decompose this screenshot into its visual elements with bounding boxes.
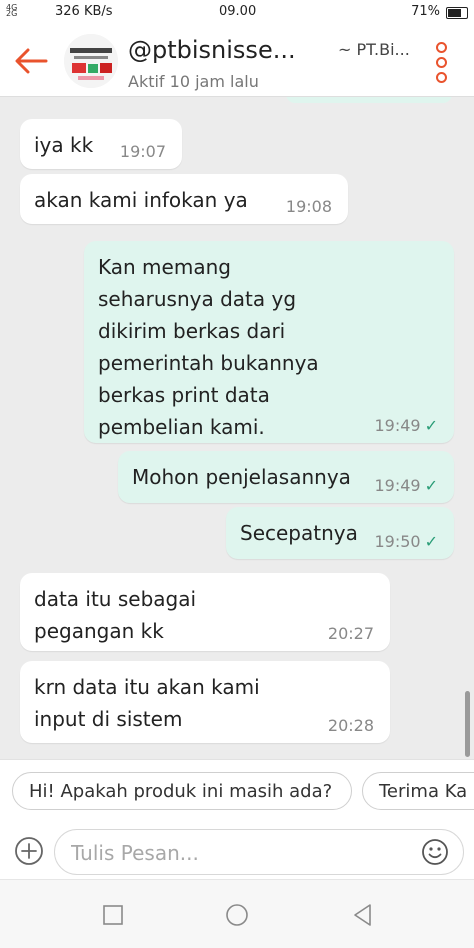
chat-title[interactable]: @ptbisnisse... — [128, 36, 296, 64]
signal-indicator: 4G 2G — [6, 4, 18, 18]
message-input-field[interactable] — [54, 829, 464, 875]
avatar[interactable] — [64, 34, 118, 88]
message-text: iya kk — [34, 133, 94, 157]
message-time-text: 19:49 — [374, 476, 421, 495]
nav-back-icon[interactable] — [350, 902, 376, 928]
more-vert-icon[interactable] — [434, 42, 448, 83]
message-time: 20:28 — [328, 717, 374, 735]
message-text: krn data itu akan kami input di sistem — [34, 675, 260, 731]
message-time-text: 20:27 — [327, 624, 374, 643]
status-icons: 71% — [411, 4, 468, 19]
status-bar: 4G 2G 326 KB/s 09.00 71% — [0, 0, 474, 24]
last-active-status: Aktif 10 jam lalu — [128, 72, 259, 91]
check-icon: ✓ — [424, 416, 438, 435]
message-bubble-incoming[interactable]: akan kami infokan ya 19:08 — [20, 174, 348, 224]
previous-message-bubble — [286, 97, 452, 103]
check-icon: ✓ — [424, 476, 438, 495]
battery-icon — [446, 6, 468, 19]
message-bubble-outgoing[interactable]: Kan memang seharusnya data yg dikirim be… — [84, 241, 454, 443]
plus-icon[interactable] — [14, 836, 44, 866]
shop-logo-image — [64, 34, 118, 88]
nav-recents-icon[interactable] — [100, 902, 126, 928]
message-list[interactable]: iya kk 19:07 akan kami infokan ya 19:08 … — [0, 97, 474, 759]
network-speed: 326 KB/s — [55, 4, 113, 19]
quick-reply-chip[interactable]: Hi! Apakah produk ini masih ada? — [12, 772, 352, 810]
message-text: akan kami infokan ya — [34, 188, 248, 212]
message-composer — [0, 825, 474, 880]
message-text: Mohon penjelasannya — [132, 465, 351, 489]
back-arrow-icon[interactable] — [14, 48, 48, 74]
smiley-icon[interactable] — [421, 838, 449, 866]
message-bubble-incoming[interactable]: krn data itu akan kami input di sistem 2… — [20, 661, 390, 743]
message-text: Secepatnya — [240, 521, 358, 545]
quick-reply-bar: Hi! Apakah produk ini masih ada? Terima … — [0, 759, 474, 826]
message-bubble-outgoing[interactable]: Secepatnya 19:50 ✓ — [226, 507, 454, 559]
message-time: 19:07 — [120, 143, 166, 161]
shop-name[interactable]: ~ PT.Bi... — [338, 40, 410, 59]
quick-reply-chip[interactable]: Terima Ka — [362, 772, 474, 810]
message-time: 19:49 ✓ — [374, 417, 438, 435]
message-time: 20:27 — [328, 625, 374, 643]
message-text: data itu sebagai pegangan kk — [34, 587, 197, 643]
battery-percent: 71% — [411, 4, 440, 19]
message-time-text: 19:50 — [374, 532, 421, 551]
clock: 09.00 — [219, 4, 257, 19]
scrollbar[interactable] — [465, 691, 470, 757]
signal-label-2g: 2G — [6, 9, 18, 18]
nav-home-icon[interactable] — [224, 902, 250, 928]
message-bubble-incoming[interactable]: data itu sebagai pegangan kk 20:27 — [20, 573, 390, 651]
check-icon: ✓ — [424, 532, 438, 551]
message-time-text: 19:49 — [374, 416, 421, 435]
system-navigation-bar — [0, 880, 474, 948]
message-time: 19:49 ✓ — [374, 477, 438, 495]
message-bubble-outgoing[interactable]: Mohon penjelasannya 19:49 ✓ — [118, 451, 454, 503]
chat-header: @ptbisnisse... ~ PT.Bi... Aktif 10 jam l… — [0, 24, 474, 97]
message-time: 19:08 — [286, 198, 332, 216]
message-time-text: 20:28 — [327, 716, 374, 735]
message-time-text: 19:08 — [285, 197, 332, 216]
message-input[interactable] — [69, 838, 403, 868]
message-time-text: 19:07 — [119, 142, 166, 161]
message-time: 19:50 ✓ — [374, 533, 438, 551]
message-text: Kan memang seharusnya data yg dikirim be… — [98, 255, 319, 439]
message-bubble-incoming[interactable]: iya kk 19:07 — [20, 119, 182, 169]
